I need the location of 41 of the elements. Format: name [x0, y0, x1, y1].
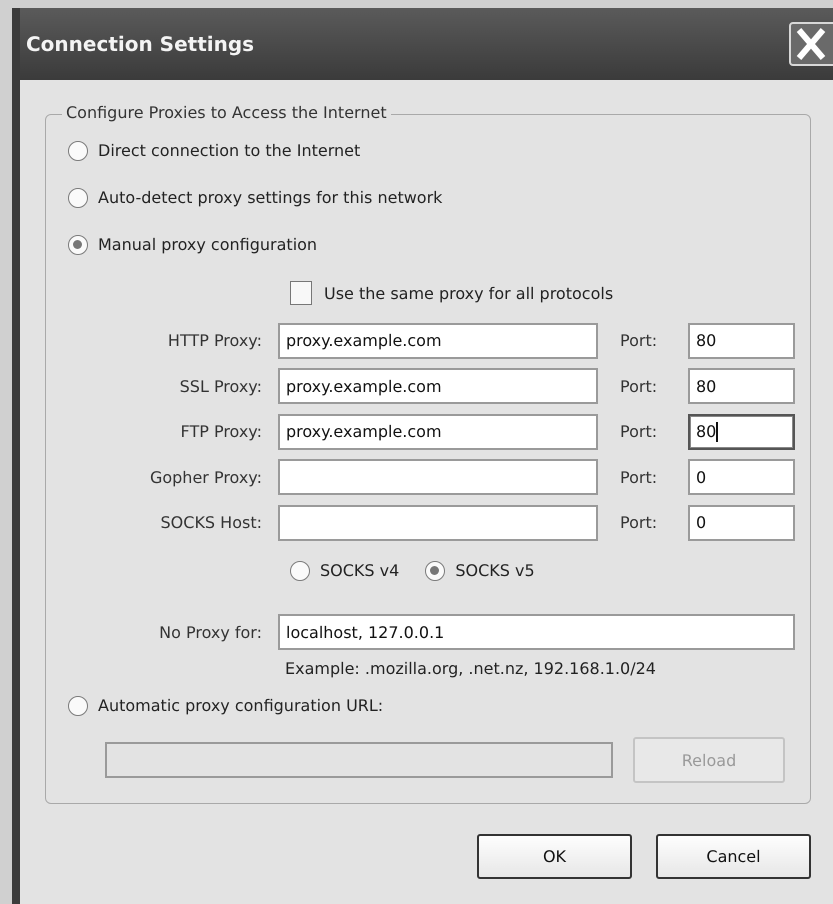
- radio-label: Auto-detect proxy settings for this network: [98, 188, 442, 207]
- port-label: Port:: [620, 468, 658, 487]
- field-label: HTTP Proxy:: [166, 331, 262, 350]
- proxy-host-field[interactable]: proxy.example.com: [278, 368, 598, 404]
- port-field[interactable]: 0: [688, 504, 795, 541]
- checkbox-label: Use the same proxy for all protocols: [324, 284, 614, 302]
- field-label: SOCKS Host:: [160, 513, 262, 532]
- group-legend: Configure Proxies to Access the Internet: [62, 103, 391, 122]
- dialog-button[interactable]: OK: [477, 834, 632, 879]
- radio-label: SOCKS v5: [455, 561, 535, 580]
- radio-button[interactable]: [68, 234, 88, 254]
- window-title: Connection Settings: [26, 32, 254, 56]
- dialog-button[interactable]: Cancel: [656, 834, 811, 879]
- port-field[interactable]: 80: [688, 322, 795, 359]
- port-field[interactable]: 80: [688, 368, 795, 404]
- proxy-host-field[interactable]: [278, 504, 598, 541]
- proxy-host-field[interactable]: proxy.example.com: [278, 322, 598, 359]
- port-label: Port:: [620, 376, 658, 396]
- port-field[interactable]: 0: [688, 459, 795, 496]
- radio-label: Manual proxy configuration: [98, 235, 318, 254]
- radio-button[interactable]: [290, 560, 310, 580]
- no-proxy-field[interactable]: localhost, 127.0.0.1: [278, 614, 795, 650]
- radio-label: Direct connection to the Internet: [98, 141, 360, 160]
- proxy-host-field[interactable]: proxy.example.com: [278, 414, 598, 450]
- port-label: Port:: [620, 422, 658, 442]
- close-icon[interactable]: [789, 22, 833, 66]
- radio-button[interactable]: [68, 188, 88, 208]
- proxy-host-field[interactable]: [278, 459, 598, 496]
- radio-label: SOCKS v4: [320, 561, 400, 580]
- radio-button[interactable]: [68, 140, 88, 160]
- field-label: No Proxy for:: [158, 622, 262, 642]
- radio-label: Automatic proxy configuration URL:: [98, 696, 384, 715]
- port-field[interactable]: 80: [688, 414, 795, 450]
- field-label: SSL Proxy:: [178, 376, 262, 396]
- radio-button[interactable]: [425, 560, 446, 580]
- port-label: Port:: [620, 331, 658, 350]
- example-hint: Example: .mozilla.org, .net.nz, 192.168.1.0/24: [285, 659, 657, 678]
- port-label: Port:: [620, 513, 658, 532]
- checkbox[interactable]: [290, 281, 312, 305]
- field-label: FTP Proxy:: [180, 422, 262, 442]
- field-label: Gopher Proxy:: [148, 468, 262, 487]
